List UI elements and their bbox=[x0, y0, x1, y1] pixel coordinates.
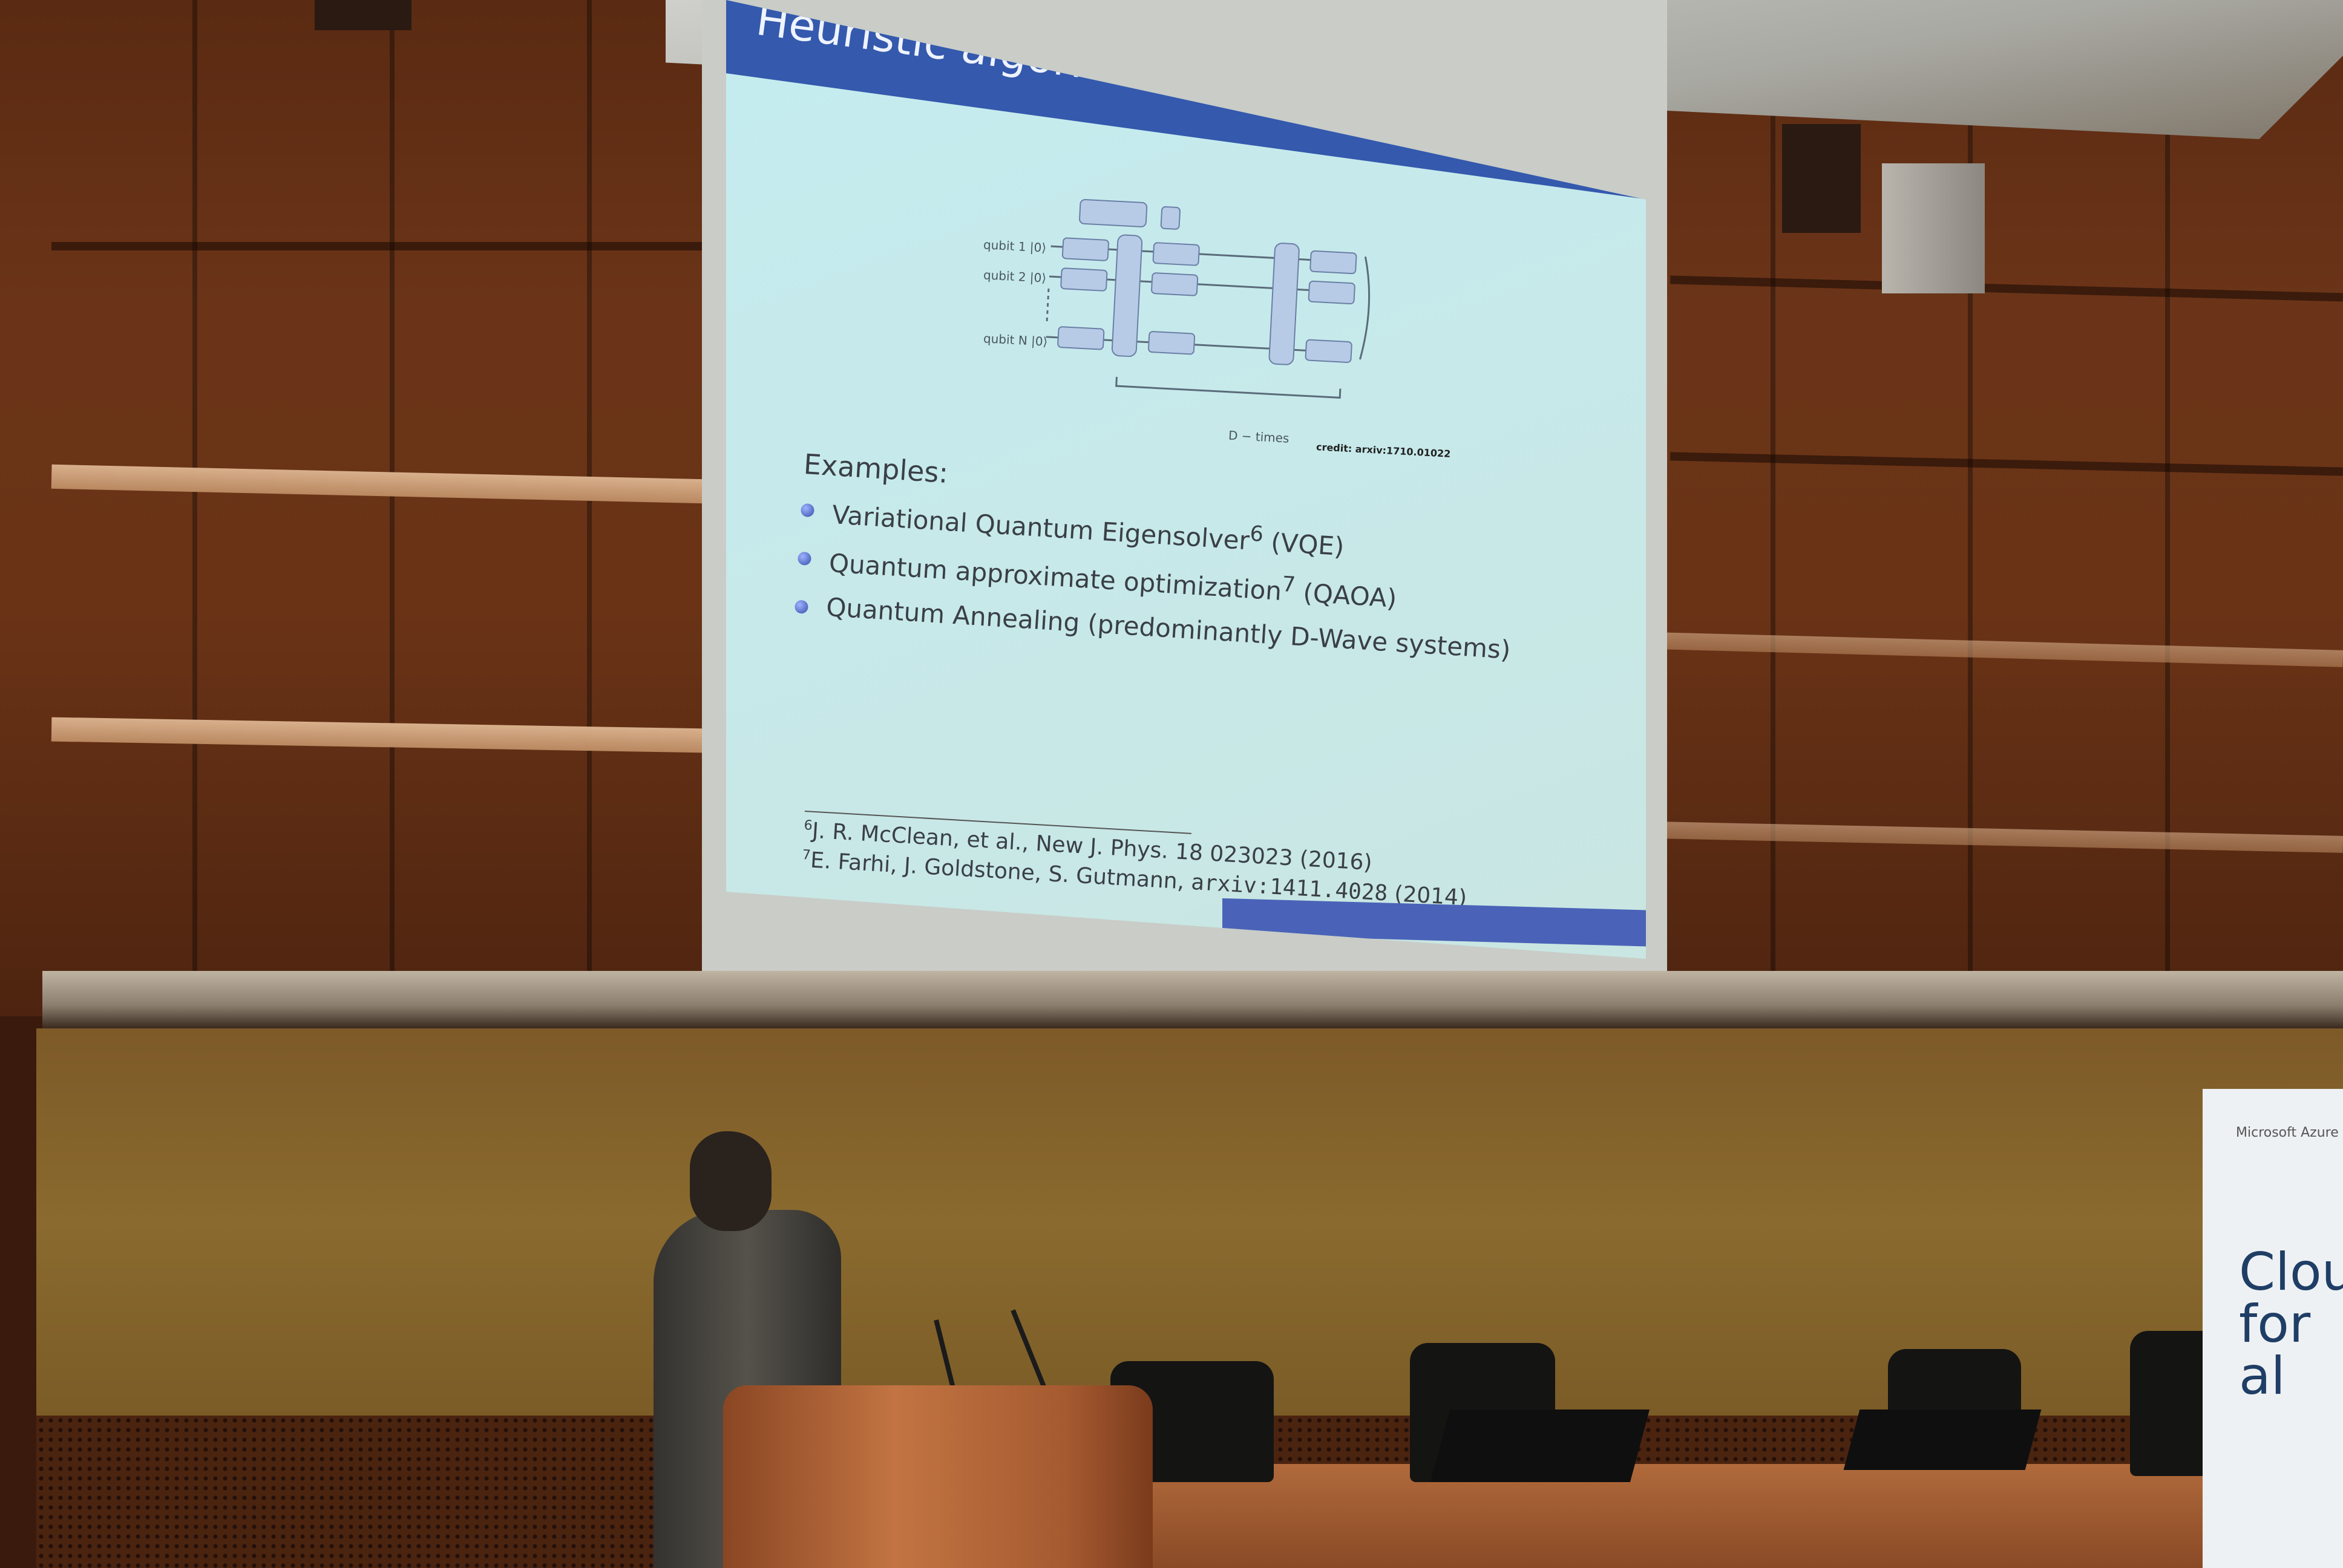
bullet-dot-icon bbox=[800, 503, 815, 518]
wall-speaker bbox=[1782, 124, 1861, 233]
wall-speaker bbox=[315, 0, 411, 30]
footnote-marker: 7 bbox=[1281, 572, 1297, 598]
wall-panel-seam bbox=[51, 242, 705, 250]
panel-desk bbox=[1150, 1464, 2343, 1568]
wall-speaker bbox=[1882, 163, 1985, 293]
banner-line: for al bbox=[2239, 1294, 2311, 1406]
ceiling-beam bbox=[42, 971, 2343, 1028]
presenter-head bbox=[690, 1131, 772, 1231]
bullet-dot-icon bbox=[797, 551, 812, 566]
bullet-text: Variational Quantum Eigensolver bbox=[831, 500, 1251, 556]
banner-logo: Microsoft Azure bbox=[2236, 1125, 2339, 1140]
banner-line: Clou bbox=[2239, 1242, 2343, 1302]
quantum-circuit-diagram bbox=[1046, 198, 1371, 399]
slide-footnotes: 6J. R. McClean, et al., New J. Phys. 18 … bbox=[801, 811, 1470, 910]
bullet-dot-icon bbox=[794, 599, 809, 614]
desk-phone bbox=[1430, 1410, 1650, 1482]
footnote-marker: 6 bbox=[1249, 521, 1265, 547]
footnote-number: 6 bbox=[803, 817, 813, 834]
banner-headline: Clou for al bbox=[2239, 1246, 2343, 1402]
footnote-number: 7 bbox=[802, 847, 811, 863]
podium bbox=[723, 1385, 1153, 1568]
bullet-tail: (QAOA) bbox=[1294, 577, 1398, 613]
bullet-tail: (VQE) bbox=[1262, 526, 1345, 562]
desk-phone bbox=[1843, 1410, 2042, 1470]
bullet-list: Variational Quantum Eigensolver6 (VQE) Q… bbox=[794, 494, 1518, 665]
